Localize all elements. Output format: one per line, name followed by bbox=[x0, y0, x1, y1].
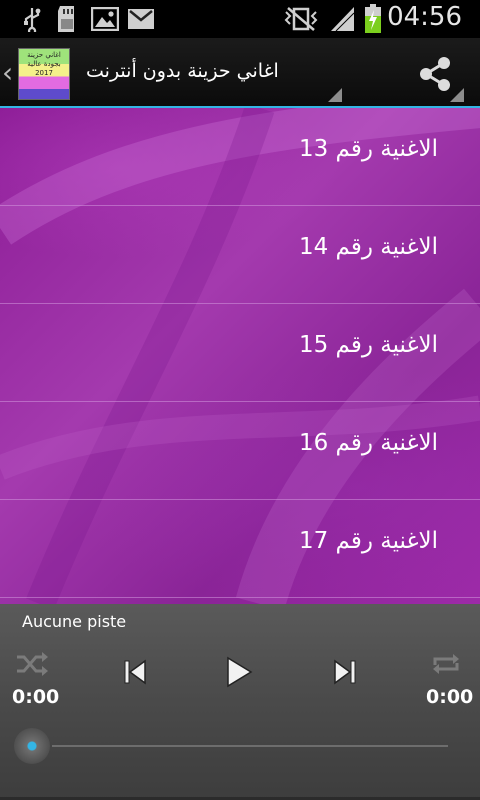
elapsed-time: 0:00 bbox=[12, 686, 60, 708]
clock: 04:56 bbox=[387, 2, 462, 32]
next-icon bbox=[334, 659, 356, 685]
signal-icon bbox=[328, 5, 358, 33]
previous-icon bbox=[124, 659, 146, 685]
shuffle-icon bbox=[17, 652, 48, 676]
battery-charging-icon bbox=[362, 4, 384, 33]
gmail-icon bbox=[126, 5, 156, 33]
song-row[interactable]: الاغنية رقم 13 bbox=[0, 108, 480, 206]
repeat-icon bbox=[433, 654, 459, 674]
song-title: الاغنية رقم 15 bbox=[298, 332, 438, 358]
player-panel: Aucune piste 0:00 0:00 bbox=[0, 604, 480, 800]
sd-card-icon bbox=[54, 5, 80, 33]
seek-bar[interactable] bbox=[52, 745, 448, 747]
image-icon bbox=[90, 5, 120, 33]
song-title: الاغنية رقم 13 bbox=[298, 136, 438, 162]
song-row[interactable]: الاغنية رقم 16 bbox=[0, 402, 480, 500]
app-logo[interactable]: اغاني حزينة بجودة عالية 2017 bbox=[18, 48, 70, 100]
song-title: الاغنية رقم 16 bbox=[298, 430, 438, 456]
back-chevron-icon[interactable]: ‹ bbox=[2, 56, 13, 89]
title-corner-indicator bbox=[328, 88, 342, 102]
seek-handle[interactable] bbox=[14, 728, 50, 764]
app-title: اغاني حزينة بدون أنترنت bbox=[86, 60, 279, 82]
song-title: الاغنية رقم 14 bbox=[298, 234, 438, 260]
app-logo-text: اغاني حزينة بجودة عالية 2017 bbox=[27, 51, 61, 77]
play-icon bbox=[227, 656, 253, 688]
status-bar: 04:56 bbox=[0, 0, 480, 38]
shuffle-button[interactable] bbox=[14, 648, 50, 680]
play-button[interactable] bbox=[220, 654, 258, 690]
song-list: الاغنية رقم 13 الاغنية رقم 14 الاغنية رق… bbox=[0, 108, 480, 604]
song-row[interactable]: الاغنية رقم 14 bbox=[0, 206, 480, 304]
song-title: الاغنية رقم 17 bbox=[298, 528, 438, 554]
action-bar: ‹ اغاني حزينة بجودة عالية 2017 اغاني حزي… bbox=[0, 38, 480, 110]
song-row[interactable]: الاغنية رقم 17 bbox=[0, 500, 480, 598]
repeat-button[interactable] bbox=[428, 648, 464, 680]
song-row[interactable]: الاغنية رقم 15 bbox=[0, 304, 480, 402]
usb-icon bbox=[20, 5, 44, 33]
track-name: Aucune piste bbox=[22, 612, 127, 631]
next-button[interactable] bbox=[326, 654, 364, 690]
vibrate-icon bbox=[284, 5, 318, 33]
previous-button[interactable] bbox=[116, 654, 154, 690]
overflow-corner-indicator bbox=[450, 88, 464, 102]
total-time: 0:00 bbox=[426, 686, 474, 708]
